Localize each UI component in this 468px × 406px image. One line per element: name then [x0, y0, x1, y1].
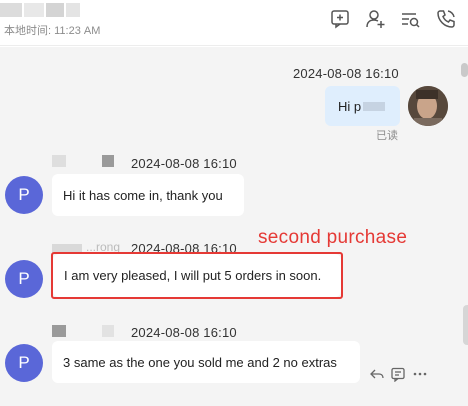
message-timestamp: 2024-08-08 16:10 — [131, 325, 237, 340]
message-timestamp: 2024-08-08 16:10 — [131, 156, 237, 171]
my-avatar[interactable] — [408, 86, 448, 126]
incoming-message-bubble[interactable]: 3 same as the one you sold me and 2 no e… — [52, 341, 360, 383]
message-text: 3 same as the one you sold me and 2 no e… — [63, 354, 337, 370]
contact-avatar[interactable]: P — [5, 344, 43, 382]
search-list-icon[interactable] — [399, 8, 421, 30]
contact-avatar[interactable]: P — [5, 260, 43, 298]
read-status: 已读 — [376, 130, 398, 142]
side-panel-handle[interactable] — [463, 305, 468, 345]
phone-icon[interactable] — [435, 8, 457, 30]
more-icon[interactable] — [412, 366, 428, 382]
redacted-text — [363, 101, 386, 111]
chat-header: 本地时间: 11:23 AM — [0, 0, 468, 46]
local-time: 本地时间: 11:23 AM — [4, 25, 101, 37]
message-timestamp: 2024-08-08 16:10 — [293, 66, 399, 81]
sender-name-redacted — [52, 325, 118, 339]
message-text: Hi it has come in, thank you — [63, 187, 223, 203]
incoming-message-bubble[interactable]: Hi it has come in, thank you — [52, 174, 244, 216]
contact-avatar[interactable]: P — [5, 176, 43, 214]
sender-name-redacted — [52, 155, 118, 169]
reply-icon[interactable] — [369, 366, 385, 382]
annotation-highlight-box — [51, 252, 343, 299]
outgoing-message-bubble[interactable]: Hi p — [325, 86, 400, 126]
quote-icon[interactable] — [390, 366, 406, 383]
message-text: Hi p — [338, 98, 362, 114]
add-user-icon[interactable] — [364, 8, 386, 30]
scrollbar-thumb[interactable] — [461, 63, 468, 77]
message-add-icon[interactable] — [329, 8, 351, 30]
contact-name-redacted — [0, 1, 82, 18]
annotation-label: second purchase — [258, 227, 408, 248]
